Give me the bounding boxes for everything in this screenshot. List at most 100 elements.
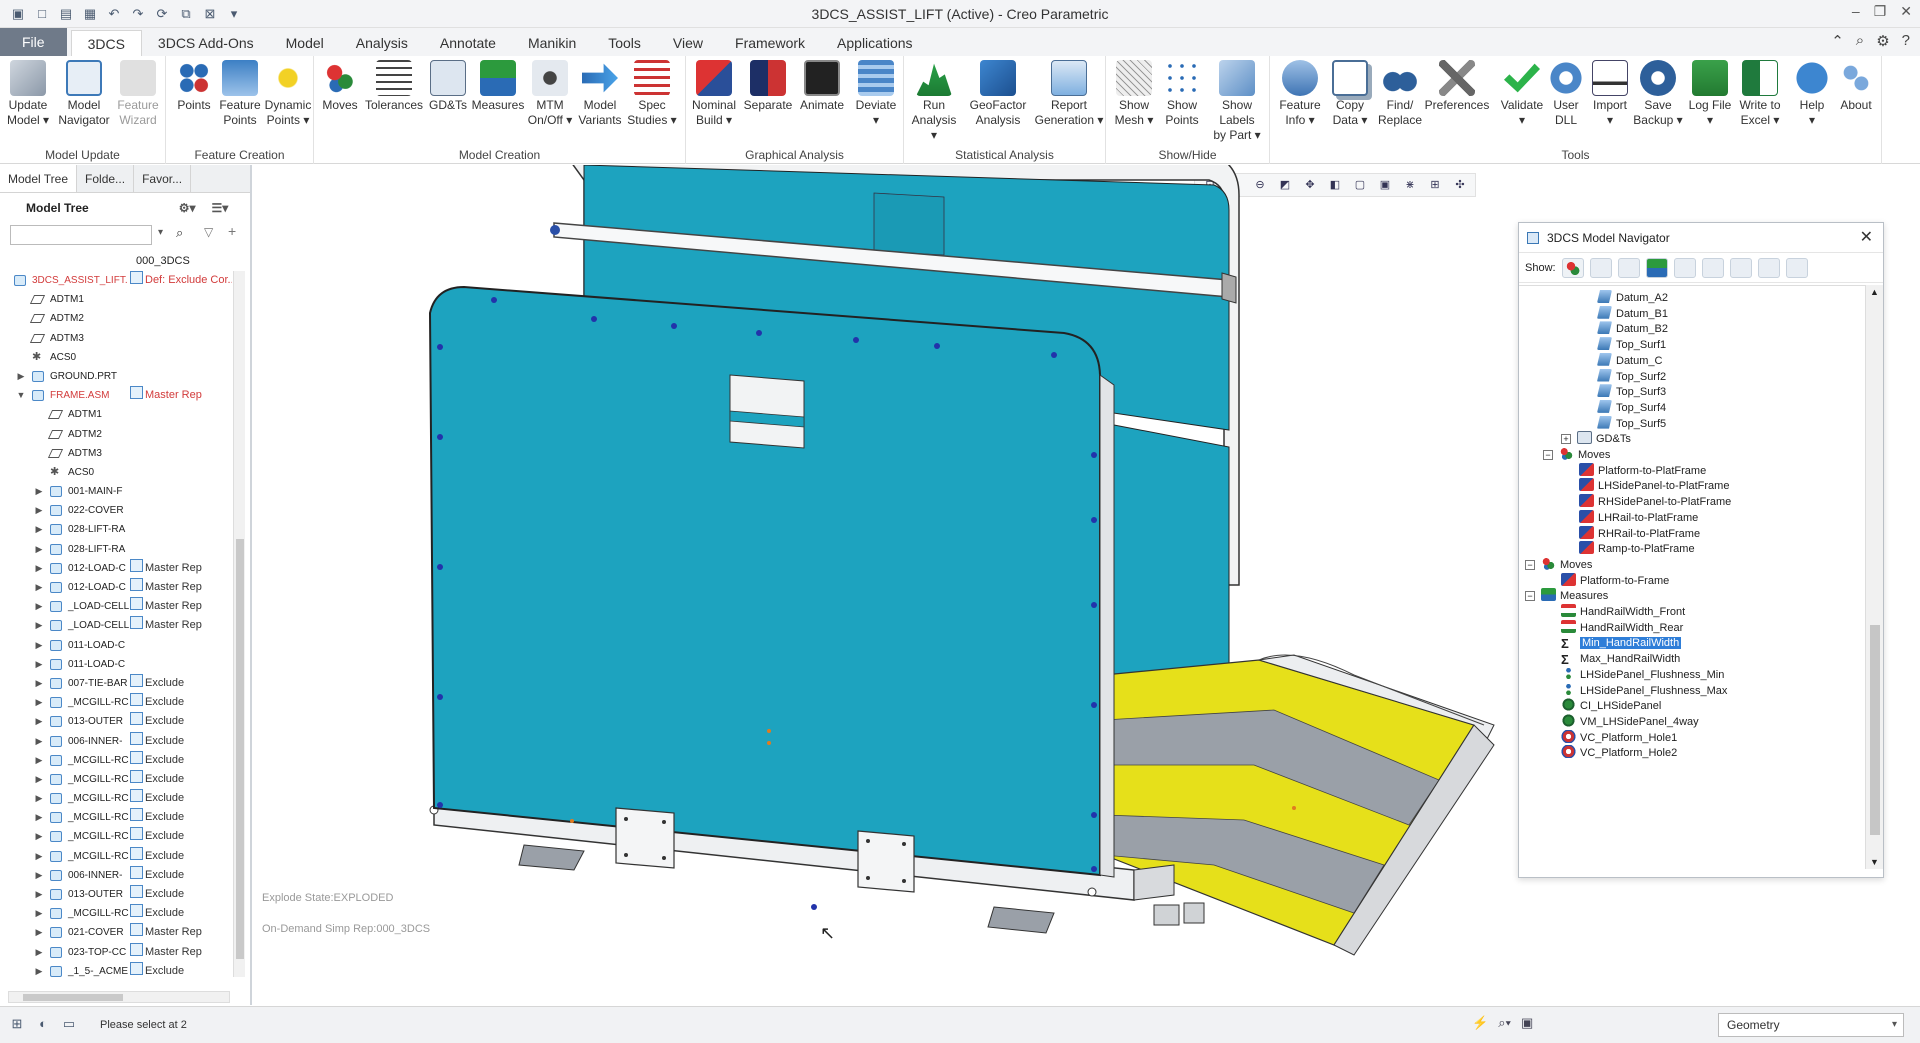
tree-row[interactable]: ▶ _LOAD-CELL Master Rep <box>0 616 232 635</box>
tree-settings-icon[interactable]: ⚙▾ <box>179 201 196 215</box>
tree-row[interactable]: ▶ GROUND.PRT <box>0 367 232 386</box>
gdts-button[interactable]: GD&Ts <box>422 60 474 113</box>
chevron-down-icon[interactable]: ▾ <box>1892 1014 1897 1036</box>
filter-icon[interactable]: ▽ <box>204 225 213 239</box>
tree-row[interactable]: ▶ 013-OUTER Exclude <box>0 885 232 904</box>
fullscreen-icon[interactable]: ▭ <box>60 1016 78 1034</box>
tree-row[interactable]: ▶ 013-OUTER Exclude <box>0 712 232 731</box>
tab-file[interactable]: File <box>0 28 67 56</box>
expand-arrow-icon[interactable]: ▶ <box>34 847 44 866</box>
tree-row[interactable]: ▶ 007-TIE-BAR Exclude <box>0 674 232 693</box>
regen-status-icon[interactable]: ⚡ <box>1472 1015 1488 1031</box>
search-icon[interactable]: ⌕ <box>1856 32 1864 50</box>
tab-tools[interactable]: Tools <box>592 30 657 56</box>
expand-icon[interactable]: + <box>1561 434 1571 445</box>
write-to-excel-button[interactable]: Write to Excel ▾ <box>1734 60 1786 128</box>
tree-row[interactable]: ▶ 011-LOAD-C <box>0 636 232 655</box>
tree-row[interactable]: ▶ 006-INNER- Exclude <box>0 866 232 885</box>
scroll-thumb[interactable] <box>236 539 244 959</box>
close-icon[interactable]: ✕ <box>1900 3 1912 20</box>
show-points-button[interactable]: Show Points <box>1156 60 1208 128</box>
expand-arrow-icon[interactable]: ▶ <box>16 367 26 386</box>
expand-arrow-icon[interactable]: ▶ <box>34 808 44 827</box>
tree-row[interactable]: ▶ _MCGILL-RC Exclude <box>0 808 232 827</box>
expand-arrow-icon[interactable]: ▶ <box>34 636 44 655</box>
show-parts-icon[interactable] <box>1757 257 1780 278</box>
ramp-part[interactable] <box>1103 654 1495 956</box>
expand-arrow-icon[interactable]: ▶ <box>34 732 44 751</box>
tab-3dcs-add-ons[interactable]: 3DCS Add-Ons <box>142 30 270 56</box>
expand-arrow-icon[interactable]: ▶ <box>34 943 44 962</box>
save-backup-button[interactable]: Save Backup ▾ <box>1632 60 1684 128</box>
expand-arrow-icon[interactable]: ▶ <box>34 501 44 520</box>
tree-row[interactable]: ▶ _MCGILL-RC Exclude <box>0 693 232 712</box>
feature-wizard-button[interactable]: Feature Wizard <box>112 60 164 128</box>
expand-arrow-icon[interactable]: ▶ <box>34 904 44 923</box>
tree-row[interactable]: ▶ 006-INNER- Exclude <box>0 732 232 751</box>
tree-row[interactable]: ▶ 012-LOAD-C Master Rep <box>0 559 232 578</box>
tree-row[interactable]: ▶ 021-COVER Master Rep <box>0 923 232 942</box>
tree-row[interactable]: ▶ _1_5-_ACME Exclude <box>0 962 232 977</box>
expand-arrow-icon[interactable]: ▶ <box>34 923 44 942</box>
navigator-vertical-scrollbar[interactable]: ▲ ▼ <box>1865 285 1883 869</box>
tree-horizontal-scrollbar[interactable] <box>8 991 230 1003</box>
tree-row[interactable]: ▶ 022-COVER <box>0 501 232 520</box>
settings-icon[interactable]: ⚙ <box>1876 32 1889 50</box>
search-dropdown-icon[interactable]: ▾ <box>158 227 163 238</box>
expand-arrow-icon[interactable]: ▶ <box>34 559 44 578</box>
expand-arrow-icon[interactable]: ▶ <box>34 540 44 559</box>
expand-arrow-icon[interactable]: ▶ <box>34 597 44 616</box>
scroll-down-icon[interactable]: ▼ <box>1870 857 1879 867</box>
animate-button[interactable]: Animate <box>796 60 848 113</box>
expand-arrow-icon[interactable]: ▶ <box>34 789 44 808</box>
tree-row[interactable]: ADTM1 <box>0 290 232 309</box>
feature-points-button[interactable]: Feature Points <box>214 60 266 128</box>
copy-data-button[interactable]: Copy Data ▾ <box>1324 60 1376 128</box>
tree-row[interactable]: ▼ FRAME.ASM Master Rep <box>0 386 232 405</box>
expand-arrow-icon[interactable]: ▶ <box>34 482 44 501</box>
selection-filter-select[interactable]: Geometry ▾ <box>1718 1013 1904 1037</box>
update-model-button[interactable]: Update Model ▾ <box>2 60 54 128</box>
collapse-icon[interactable]: − <box>1525 559 1535 570</box>
tab-annotate[interactable]: Annotate <box>424 30 512 56</box>
expand-arrow-icon[interactable]: ▶ <box>34 866 44 885</box>
tab-3dcs[interactable]: 3DCS <box>70 30 142 56</box>
tree-row[interactable]: ADTM2 <box>0 425 232 444</box>
expand-arrow-icon[interactable]: ▶ <box>34 962 44 977</box>
tab-model-tree[interactable]: Model Tree <box>0 165 78 192</box>
tree-row[interactable]: ▶ 001-MAIN-F <box>0 482 232 501</box>
tree-vertical-scrollbar[interactable] <box>233 271 245 977</box>
scroll-up-icon[interactable]: ▲ <box>1870 287 1879 297</box>
tab-favorites[interactable]: Favor... <box>134 165 192 192</box>
geofactor-analysis-button[interactable]: GeoFactor Analysis <box>966 60 1030 128</box>
tree-row[interactable]: ✱ ACS0 <box>0 463 232 482</box>
help-icon[interactable]: ? <box>1902 32 1910 50</box>
collapse-icon[interactable]: − <box>1525 591 1535 602</box>
report-generation-button[interactable]: Report Generation ▾ <box>1034 60 1104 128</box>
find-status-icon[interactable]: ⌕▾ <box>1498 1015 1511 1031</box>
collapse-icon[interactable]: − <box>1543 450 1553 460</box>
tree-row[interactable]: 3DCS_ASSIST_LIFT. Def: Exclude Cor... <box>0 271 232 290</box>
show-gdts-icon[interactable] <box>1617 257 1640 278</box>
tree-row[interactable]: ▶ 028-LIFT-RA <box>0 520 232 539</box>
import-button[interactable]: Import ▾ <box>1584 60 1636 128</box>
add-column-icon[interactable]: + <box>228 223 236 239</box>
nominal-build-button[interactable]: Nominal Build ▾ <box>688 60 740 128</box>
show-tolerances-icon[interactable] <box>1589 257 1612 278</box>
tab-folder-browser[interactable]: Folde... <box>77 165 135 192</box>
restore-icon[interactable]: ❐ <box>1874 3 1887 20</box>
expand-arrow-icon[interactable]: ▶ <box>34 674 44 693</box>
minimize-icon[interactable]: – <box>1852 3 1860 20</box>
tree-row[interactable]: ▶ _MCGILL-RC Exclude <box>0 847 232 866</box>
tree-row[interactable]: ADTM3 <box>0 329 232 348</box>
tree-row[interactable]: ADTM2 <box>0 309 232 328</box>
feature-info-button[interactable]: Feature Info ▾ <box>1274 60 1326 128</box>
show-labels-by-part-button[interactable]: Show Labels by Part ▾ <box>1204 60 1270 143</box>
tab-model[interactable]: Model <box>270 30 340 56</box>
tree-row[interactable]: ▶ _LOAD-CELL Master Rep <box>0 597 232 616</box>
navigator-row[interactable]: Ramp-to-PlatFrame <box>1579 540 1695 558</box>
tree-row[interactable]: ADTM3 <box>0 444 232 463</box>
spec-studies-button[interactable]: Spec Studies ▾ <box>626 60 678 128</box>
tolerances-button[interactable]: Tolerances <box>364 60 424 113</box>
tree-row[interactable]: ▶ _MCGILL-RC Exclude <box>0 827 232 846</box>
